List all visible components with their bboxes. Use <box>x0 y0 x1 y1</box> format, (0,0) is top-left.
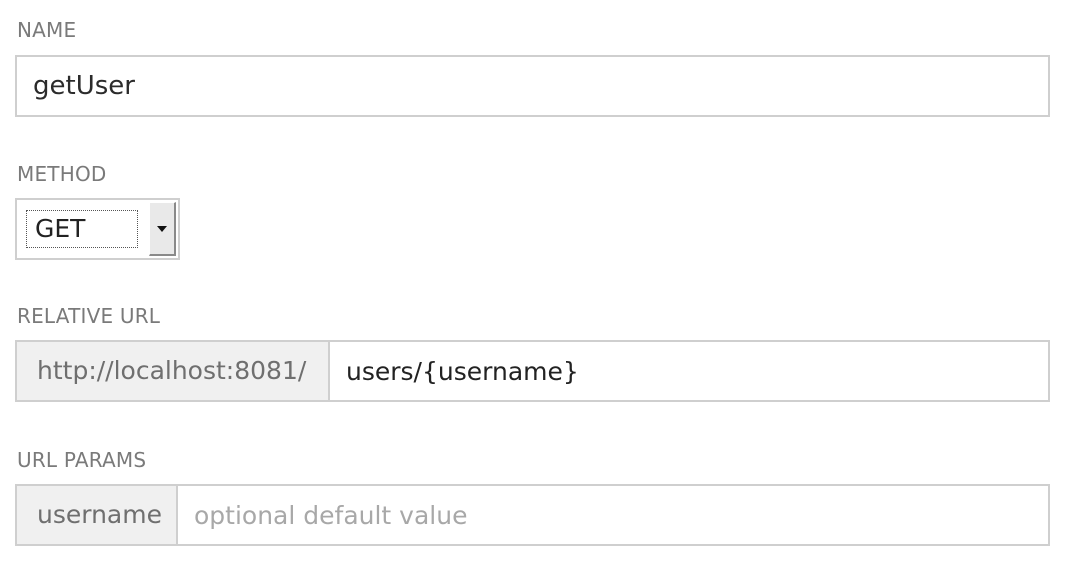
relative-url-input[interactable] <box>330 342 1048 400</box>
name-label: NAME <box>17 18 77 42</box>
url-params-label: URL PARAMS <box>17 448 147 472</box>
relative-url-group: http://localhost:8081/ <box>15 340 1050 402</box>
name-field-container <box>15 55 1050 117</box>
chevron-down-icon[interactable] <box>149 202 176 256</box>
method-label: METHOD <box>17 162 107 186</box>
url-param-row: username <box>15 484 1050 546</box>
relative-url-label: RELATIVE URL <box>17 304 161 328</box>
base-url-addon: http://localhost:8081/ <box>17 342 330 400</box>
method-select-value: GET <box>26 210 138 248</box>
name-input[interactable] <box>17 57 1048 115</box>
method-select[interactable]: GET <box>15 198 180 260</box>
url-param-name: username <box>17 486 178 544</box>
url-param-default-input[interactable] <box>178 486 1048 544</box>
